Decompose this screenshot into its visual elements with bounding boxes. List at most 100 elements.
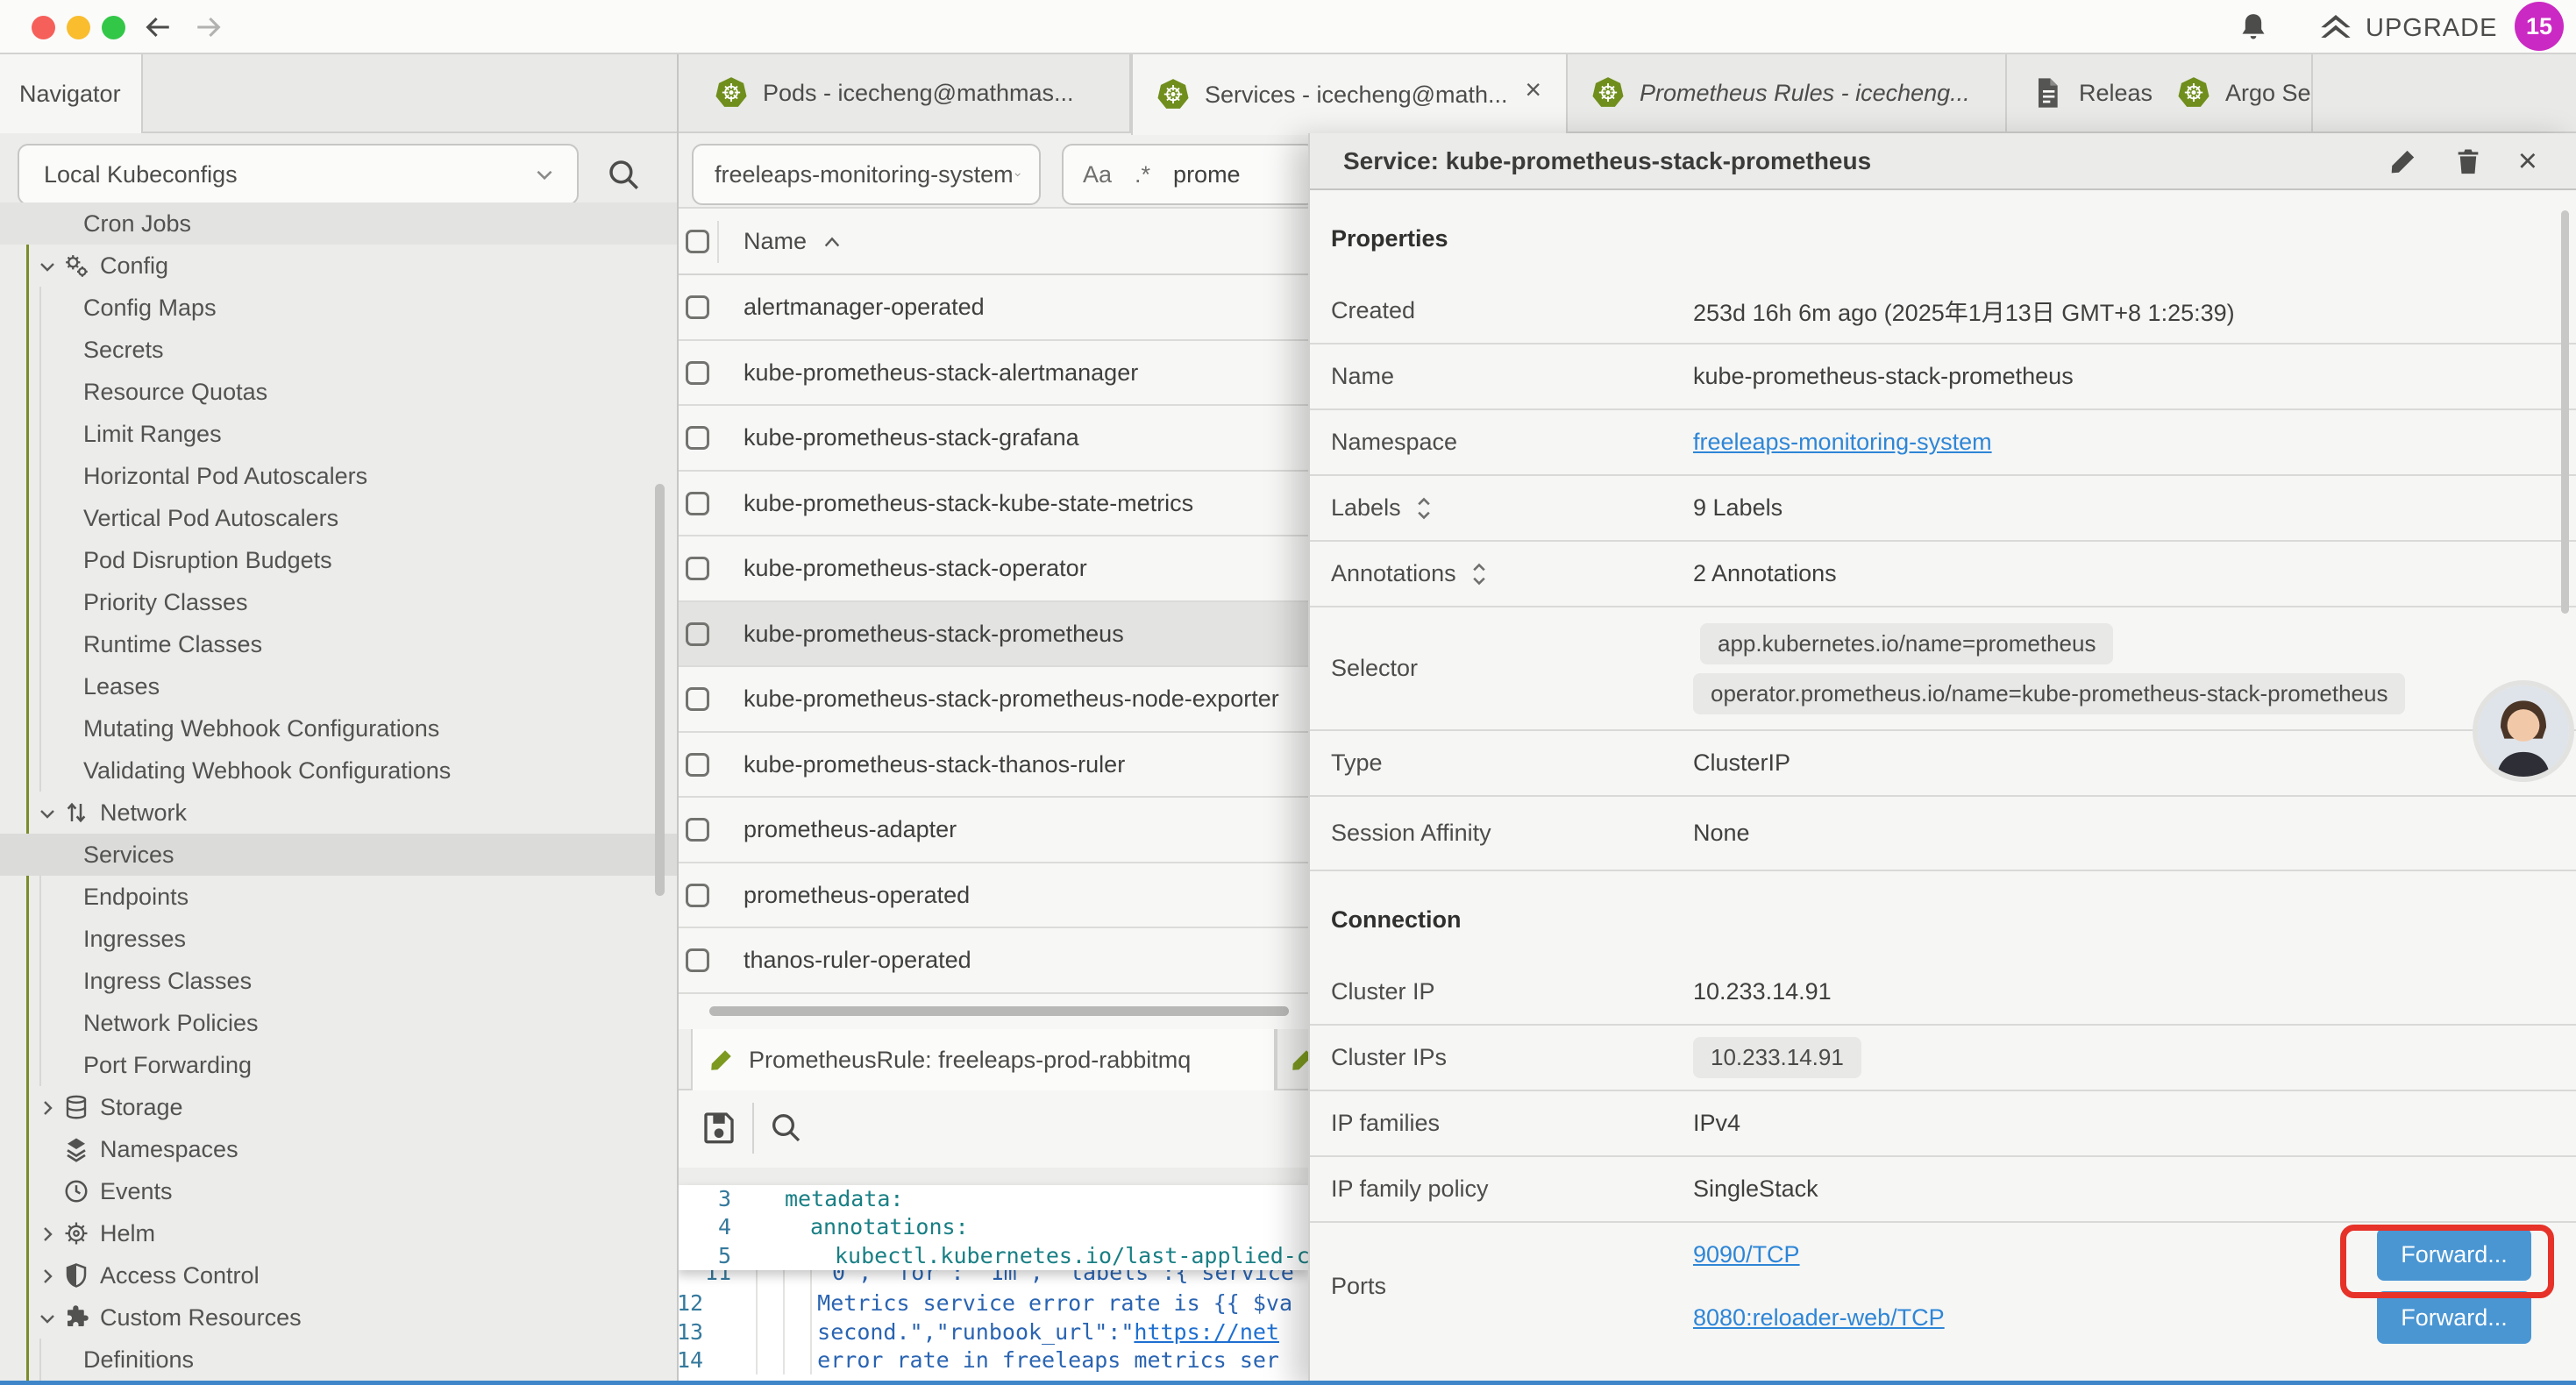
yaml-editor[interactable]: 3 metadata: 4 annotations: 5 kubectl.kub… [677, 1185, 1308, 1385]
tree-item[interactable]: Priority Classes [0, 581, 677, 623]
workspace-tabs: Pods - icecheng@mathmas... Services - ic… [691, 54, 2313, 133]
column-header-name[interactable]: Name [744, 228, 842, 255]
row-checkbox[interactable] [686, 361, 709, 385]
tree-item[interactable]: Config Maps [0, 287, 677, 329]
table-header: Name [677, 209, 1308, 275]
table-row[interactable]: thanos-ruler-operated [677, 928, 1308, 994]
table-row[interactable]: kube-prometheus-stack-operator [677, 536, 1308, 602]
forward-icon[interactable] [193, 12, 224, 42]
sort-toggle-icon[interactable] [1415, 496, 1433, 521]
avatar[interactable] [2473, 680, 2574, 782]
namespace-selector[interactable]: freeleaps-monitoring-system [692, 144, 1041, 205]
table-row[interactable]: kube-prometheus-stack-prometheus-node-ex… [677, 667, 1308, 733]
row-checkbox[interactable] [686, 753, 709, 777]
tree-item[interactable]: Access Control [0, 1254, 677, 1296]
tree-item[interactable]: Custom Resources [0, 1296, 677, 1339]
tree-item[interactable]: Config [0, 245, 677, 287]
row-checkbox[interactable] [686, 295, 709, 319]
notification-badge[interactable]: 15 [2515, 2, 2564, 51]
table-row[interactable]: prometheus-operated [677, 863, 1308, 929]
close-icon[interactable]: × [2518, 145, 2537, 178]
tree-item[interactable]: Ingresses [0, 918, 677, 960]
workspace-tab[interactable]: Argo Se [2153, 54, 2313, 131]
table-row[interactable]: alertmanager-operated [677, 275, 1308, 341]
row-checkbox[interactable] [686, 622, 709, 646]
tree-item[interactable]: Network Policies [0, 1002, 677, 1044]
drawer-scrollbar[interactable] [2561, 210, 2569, 614]
row-checkbox[interactable] [686, 557, 709, 580]
tree-item[interactable]: Network [0, 792, 677, 834]
tree-item[interactable]: Cron Jobs [0, 202, 677, 245]
edit-icon[interactable] [2388, 146, 2418, 176]
minimize-window-button[interactable] [67, 16, 90, 39]
table-row[interactable]: kube-prometheus-stack-alertmanager [677, 341, 1308, 407]
row-checkbox[interactable] [686, 884, 709, 907]
tree-item[interactable]: Vertical Pod Autoscalers [0, 497, 677, 539]
tree-item[interactable]: Secrets [0, 329, 677, 371]
tree-item[interactable]: Endpoints [0, 876, 677, 918]
row-checkbox[interactable] [686, 492, 709, 515]
tree-item[interactable]: Port Forwarding [0, 1044, 677, 1086]
tree-item[interactable]: Definitions [0, 1339, 677, 1381]
editor-tab-prometheusrule[interactable]: PrometheusRule: freeleaps-prod-rabbitmq [691, 1029, 1276, 1090]
regex-toggle[interactable]: .* [1135, 161, 1150, 188]
table-search-input[interactable]: Aa .* prome [1062, 144, 1308, 205]
search-icon[interactable] [605, 156, 642, 193]
tree-item[interactable]: Resource Quotas [0, 371, 677, 413]
workspace-tab[interactable]: Release Notes [2007, 54, 2153, 131]
workspace-tab[interactable]: Prometheus Rules - icecheng... [1568, 54, 2007, 131]
property-value: 2 Annotations [1693, 560, 1837, 587]
kubeconfig-selector[interactable]: Local Kubeconfigs [18, 144, 579, 205]
table-horizontal-scrollbar[interactable] [709, 1006, 1289, 1016]
sidebar-divider[interactable] [677, 54, 679, 1385]
forward-button[interactable]: Forward... [2377, 1228, 2531, 1281]
pencil-icon [708, 1047, 735, 1073]
port-link[interactable]: 8080:reloader-web/TCP [1693, 1304, 1945, 1332]
tree-item[interactable]: Namespaces [0, 1128, 677, 1170]
row-checkbox[interactable] [686, 426, 709, 450]
close-window-button[interactable] [32, 16, 55, 39]
drawer-section: Connection Cluster IP 10.233.14.91 [1310, 871, 2576, 1349]
tree-item[interactable]: Horizontal Pod Autoscalers [0, 455, 677, 497]
editor-search-icon[interactable] [768, 1110, 803, 1145]
table-row[interactable]: prometheus-adapter [677, 798, 1308, 863]
back-icon[interactable] [142, 12, 174, 42]
tree-item[interactable]: Limit Ranges [0, 413, 677, 455]
workspace-tab[interactable]: Services - icecheng@math... × [1131, 54, 1568, 135]
row-checkbox[interactable] [686, 948, 709, 972]
workspace-tab[interactable]: Pods - icecheng@mathmas... [691, 54, 1131, 131]
bell-icon[interactable] [2236, 11, 2271, 46]
namespace-link[interactable]: freeleaps-monitoring-system [1693, 429, 1992, 455]
table-row[interactable]: kube-prometheus-stack-grafana [677, 406, 1308, 472]
forward-button[interactable]: Forward... [2377, 1291, 2531, 1344]
tree-item[interactable]: Pod Disruption Budgets [0, 539, 677, 581]
row-checkbox[interactable] [686, 818, 709, 842]
tree-item[interactable]: Ingress Classes [0, 960, 677, 1002]
close-tab-icon[interactable]: × [1525, 75, 1541, 103]
tab-navigator[interactable]: Navigator [0, 54, 143, 133]
filter-row: freeleaps-monitoring-system Aa .* prome [677, 133, 1308, 209]
sort-toggle-icon[interactable] [1470, 562, 1488, 586]
save-icon[interactable] [701, 1110, 737, 1145]
trash-icon[interactable] [2453, 146, 2483, 176]
tree-item[interactable]: Mutating Webhook Configurations [0, 707, 677, 749]
tree-item[interactable]: Runtime Classes [0, 623, 677, 665]
table-row[interactable]: kube-prometheus-stack-kube-state-metrics [677, 472, 1308, 537]
table-row[interactable]: kube-prometheus-stack-thanos-ruler [677, 733, 1308, 799]
tree-item[interactable]: Events [0, 1170, 677, 1212]
tree-item[interactable]: Helm [0, 1212, 677, 1254]
sidebar-scrollbar[interactable] [655, 484, 665, 896]
port-link[interactable]: 9090/TCP [1693, 1241, 1800, 1268]
upgrade-button[interactable]: UPGRADE [2318, 11, 2497, 46]
row-checkbox[interactable] [686, 687, 709, 711]
tree-item[interactable]: Leases [0, 665, 677, 707]
chevron-right-icon [37, 1224, 58, 1245]
tree-item[interactable]: Services [0, 834, 677, 876]
tree-item[interactable]: Storage [0, 1086, 677, 1128]
tree-item[interactable]: Validating Webhook Configurations [0, 749, 677, 792]
match-case-toggle[interactable]: Aa [1083, 161, 1112, 188]
select-all-checkbox[interactable] [686, 230, 709, 253]
zoom-window-button[interactable] [102, 16, 125, 39]
editor-tab-partial[interactable] [1276, 1029, 1308, 1090]
table-row[interactable]: kube-prometheus-stack-prometheus [677, 602, 1308, 668]
